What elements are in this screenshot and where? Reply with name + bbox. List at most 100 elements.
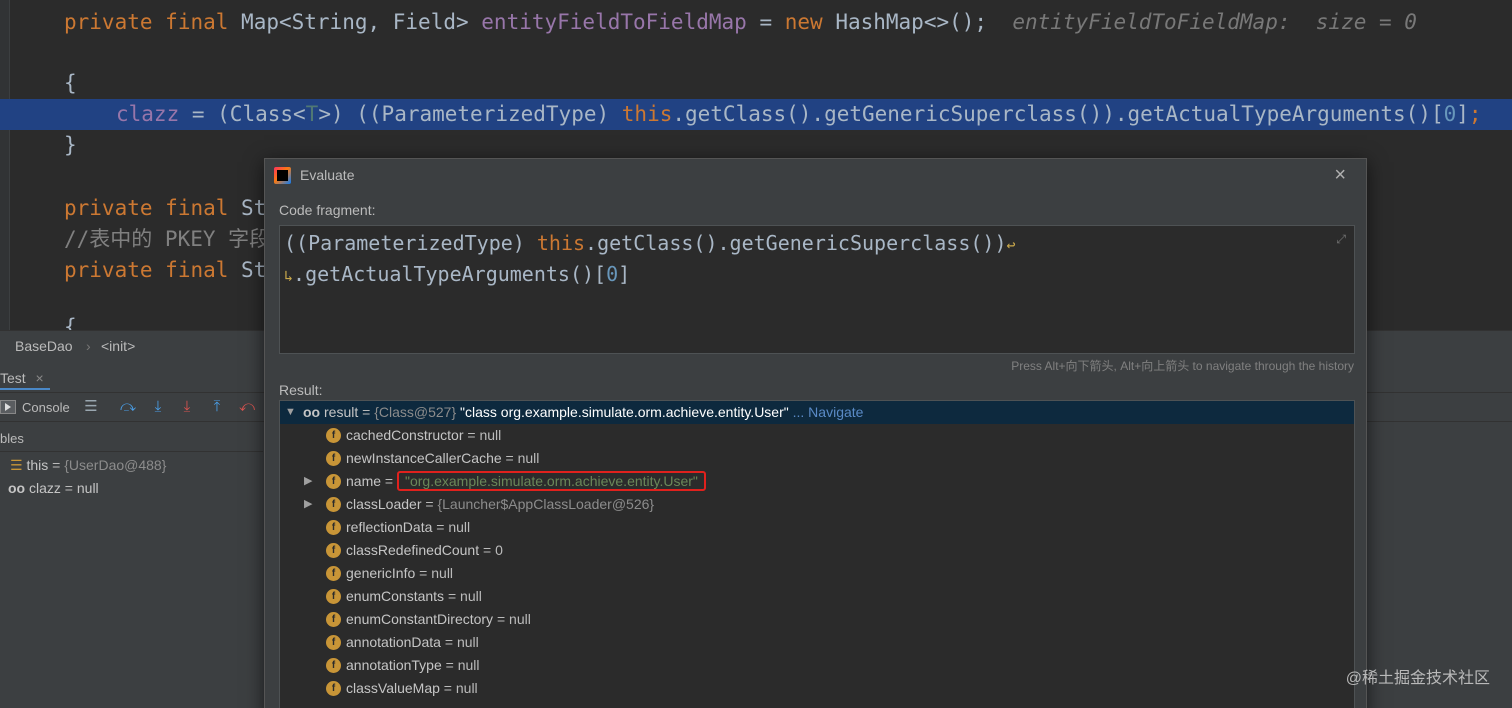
cast-open: (Class< <box>217 102 306 126</box>
field-name: genericInfo <box>346 565 416 581</box>
dialog-title-bar[interactable]: Evaluate × <box>265 159 1366 191</box>
field-node[interactable]: f annotationData = null <box>280 631 1354 654</box>
result-tree[interactable]: ▼ oo result = {Class@527} "class org.exa… <box>279 400 1355 708</box>
step-out-icon[interactable]: ⤒ <box>208 397 226 417</box>
field-icon: f <box>326 497 341 512</box>
code-line-2[interactable]: { <box>0 68 1512 99</box>
field-icon: f <box>326 428 341 443</box>
drop-frame-icon[interactable]: ⤺ <box>238 397 256 417</box>
keyword: private <box>64 10 153 34</box>
field-icon: f <box>326 566 341 581</box>
field-icon: f <box>326 589 341 604</box>
field-value: null <box>448 519 471 535</box>
code-cast: ((ParameterizedType) <box>284 231 537 255</box>
intellij-logo-icon <box>274 167 291 184</box>
result-ref: {Class@527} <box>374 404 457 420</box>
keyword: this <box>536 231 586 255</box>
field-value: null <box>517 450 540 466</box>
navigate-link[interactable]: ... Navigate <box>789 404 864 420</box>
field-icon: f <box>326 451 341 466</box>
code-line-current[interactable]: clazz = (Class<T>) ((ParameterizedType) … <box>0 99 1512 130</box>
field-icon: f <box>326 635 341 650</box>
close-bracket: ] <box>618 262 631 286</box>
console-label: Console <box>22 400 70 415</box>
field-name: name <box>346 473 382 489</box>
soft-wrap-continue-icon: ↳ <box>284 267 294 285</box>
cast-close: >) <box>318 102 344 126</box>
field-node[interactable]: f reflectionData = null <box>280 516 1354 539</box>
close-icon[interactable]: × <box>1334 163 1346 187</box>
field-value: null <box>509 611 531 627</box>
field-icon: f <box>326 681 341 696</box>
soft-wrap-icon: ↩ <box>1006 236 1016 254</box>
close-tab-icon[interactable]: × <box>36 366 44 390</box>
variables-header-label: bles <box>0 431 24 446</box>
inline-debug-hint: entityFieldToFieldMap: size = 0 <box>1012 10 1417 34</box>
step-into-icon[interactable]: ⤓ <box>149 397 167 417</box>
code-comment: //表中的 PKEY 字段 <box>64 227 271 251</box>
variable-row[interactable]: ☰ this = {UserDao@488} <box>10 454 166 477</box>
field-node[interactable]: ▶ f name = "org.example.simulate.orm.achie… <box>280 470 1354 493</box>
keyword: final <box>165 258 229 282</box>
code-fragment-input[interactable]: ((ParameterizedType) this.getClass().get… <box>279 225 1355 354</box>
field-node[interactable]: f classRedefinedCount = 0 <box>280 539 1354 562</box>
field-node[interactable]: f annotationType = null <box>280 654 1354 677</box>
console-tab[interactable]: Console <box>0 398 70 418</box>
method-chain: .getActualTypeArguments()[ <box>293 262 607 286</box>
field-icon: f <box>326 612 341 627</box>
watch-icon: oo <box>303 404 321 420</box>
field-value: {Launcher$AppClassLoader@526} <box>437 496 655 512</box>
field-node[interactable]: f cachedConstructor = null <box>280 424 1354 447</box>
expand-icon[interactable]: ⤢ <box>1336 232 1346 247</box>
field-name: reflectionData <box>346 519 433 535</box>
field-value: 0 <box>495 542 503 558</box>
field-node[interactable]: f enumConstantDirectory = null <box>280 608 1354 631</box>
code-line-1[interactable]: private final Map<String, Field> entityF… <box>0 7 1512 38</box>
keyword: private <box>64 258 153 282</box>
result-root-node[interactable]: ▼ oo result = {Class@527} "class org.exa… <box>280 401 1354 424</box>
expand-arrow-icon[interactable]: ▶ <box>304 470 312 493</box>
collapse-arrow-icon[interactable]: ▼ <box>285 401 296 424</box>
debug-tab-label: Test <box>0 370 26 386</box>
history-hint: Press Alt+向下箭头, Alt+向上箭头 to navigate thr… <box>1011 359 1354 373</box>
dialog-title: Evaluate <box>300 167 355 183</box>
result-value: "class org.example.simulate.orm.achieve.… <box>456 404 789 420</box>
code-line-4[interactable]: } <box>0 130 1512 161</box>
keyword: final <box>165 10 229 34</box>
field-name: clazz <box>116 102 180 126</box>
menu-icon[interactable]: ☰ <box>82 397 100 417</box>
field-node[interactable]: ▶ f classLoader = {Launcher$AppClassLoader… <box>280 493 1354 516</box>
field-name: annotationType <box>346 657 442 673</box>
watch-icon: oo <box>8 480 26 496</box>
breadcrumb-class[interactable]: BaseDao <box>15 331 73 361</box>
field-node[interactable]: f classValueMap = null <box>280 677 1354 700</box>
variable-value: null <box>76 480 99 496</box>
field-name: newInstanceCallerCache <box>346 450 502 466</box>
debug-session-tab[interactable]: Test × <box>0 366 50 390</box>
field-name: entityFieldToFieldMap <box>481 10 747 34</box>
operator: = <box>179 102 218 126</box>
field-value: null <box>456 634 479 650</box>
field-icon: f <box>326 474 341 489</box>
field-node[interactable]: f newInstanceCallerCache = null <box>280 447 1354 470</box>
variable-row[interactable]: oo clazz = null <box>8 477 99 500</box>
breadcrumb-method[interactable]: <init> <box>101 331 135 361</box>
list-icon: ☰ <box>10 457 23 473</box>
field-name: classRedefinedCount <box>346 542 480 558</box>
force-step-into-icon[interactable]: ⤓ <box>178 397 196 417</box>
type-param: T <box>305 102 319 126</box>
keyword: new <box>784 10 823 34</box>
result-name: result <box>324 404 359 420</box>
field-value: null <box>460 588 482 604</box>
field-node[interactable]: f enumConstants = null <box>280 585 1354 608</box>
step-over-icon[interactable]: ⤼ <box>119 397 137 417</box>
field-name: enumConstants <box>346 588 445 604</box>
variables-header: bles <box>0 426 263 452</box>
evaluate-dialog: Evaluate × Code fragment: ((Parameterize… <box>264 158 1367 708</box>
close-brace: } <box>64 133 77 157</box>
field-node[interactable]: f genericInfo = null <box>280 562 1354 585</box>
field-name: classValueMap <box>346 680 440 696</box>
field-icon: f <box>326 658 341 673</box>
field-name: cachedConstructor <box>346 427 464 443</box>
expand-arrow-icon[interactable]: ▶ <box>304 493 312 516</box>
